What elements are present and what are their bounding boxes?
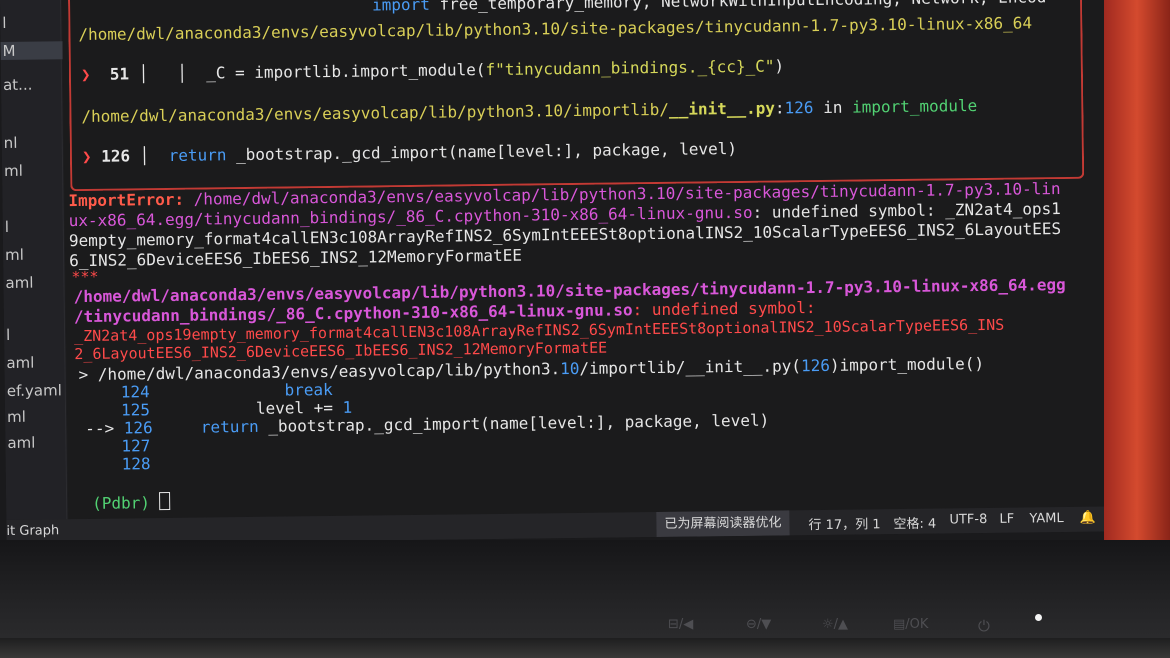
sidebar-item[interactable]: ml <box>4 162 23 180</box>
pdb-prompt-line[interactable]: (Pdbr) <box>92 491 171 514</box>
line-number: 126 <box>101 146 131 166</box>
sidebar-item[interactable]: l <box>5 218 9 236</box>
pdb-function: )import_module() <box>829 354 985 375</box>
notifications-icon[interactable]: 🔔 <box>1079 511 1095 526</box>
return-keyword: return <box>168 145 227 165</box>
power-led <box>1035 614 1042 621</box>
terminal-panel[interactable]: import free_temporary_memory, NetworkWit… <box>61 0 1119 520</box>
code-text: _C = importlib.import_module( <box>206 60 486 83</box>
git-graph-button[interactable]: it Graph <box>6 523 59 539</box>
sidebar-item[interactable]: aml <box>7 434 35 452</box>
sidebar-item[interactable]: ml <box>7 408 26 426</box>
sidebar-item[interactable]: aml <box>6 354 34 372</box>
brightness-up-button-icon: ☼/▲ <box>822 617 849 632</box>
error-stars: *** <box>71 267 99 287</box>
module-file: __init__.py <box>668 98 776 119</box>
indent-spaces[interactable]: 空格: 4 <box>893 513 936 533</box>
sidebar-item[interactable]: ml <box>5 246 24 264</box>
language-mode[interactable]: YAML <box>1029 511 1063 526</box>
error-text: : undefined symbol: _ZN2at4_ops1 <box>752 199 1061 222</box>
input-down-button-icon: ⊖/▼ <box>746 617 772 632</box>
return-keyword: return <box>200 416 259 437</box>
monitor-screen: l M at... nl ml l ml aml l aml ef.yaml m… <box>0 0 1127 545</box>
sidebar-item[interactable]: l <box>2 14 6 32</box>
pdb-line-number: 126 <box>800 355 831 376</box>
sidebar-item[interactable]: nl <box>4 134 18 152</box>
pdb-prompt: (Pdbr) <box>92 493 151 513</box>
cursor-position[interactable]: 行 17，列 1 <box>808 513 880 533</box>
source-code: level += <box>255 397 343 418</box>
source-code: break <box>284 379 333 400</box>
code-string: f"tinycudann_bindings._{cc}_C" <box>485 56 775 80</box>
line-number: 51 <box>109 64 130 84</box>
pdb-path: /importlib/__init__.py( <box>579 356 802 378</box>
code-text: ) <box>774 56 785 76</box>
source-number: 1 <box>342 397 353 417</box>
in-keyword: in <box>813 97 853 118</box>
power-icon: ⏻ <box>978 617 990 635</box>
line-number: 126 <box>784 98 814 118</box>
import-keyword: import <box>371 0 440 15</box>
error-text: : undefined symbol: <box>632 298 816 320</box>
indent-guide: │ <box>139 146 150 166</box>
source-line-number: 128 <box>121 454 151 474</box>
line-marker: ❯ <box>81 146 92 167</box>
encoding[interactable]: UTF-8 <box>949 512 987 527</box>
file-explorer-sidebar: l M at... nl ml l ml aml l aml ef.yaml m… <box>0 0 68 520</box>
error-line: 6_INS2_6DeviceEES6_IbEES6_INS2_12MemoryF… <box>69 245 523 271</box>
sidebar-item-selected[interactable]: M <box>0 41 63 60</box>
separator: : <box>774 98 785 118</box>
pdb-path-number: 10 <box>560 358 580 379</box>
sidebar-item[interactable]: aml <box>5 274 33 292</box>
source-line-number: 125 <box>120 400 151 420</box>
desk-surface <box>0 638 1170 658</box>
sidebar-item[interactable]: at... <box>3 76 33 94</box>
current-line-arrow: --> <box>85 418 115 438</box>
error-label: ImportError: <box>68 189 185 211</box>
menu-left-button-icon: ⊟/◀ <box>668 617 694 632</box>
ok-button-icon: ▤/OK <box>893 617 929 632</box>
line-marker: ❯ <box>80 64 91 85</box>
line-ending[interactable]: LF <box>999 512 1014 527</box>
indent-guides: │ │ <box>138 63 188 84</box>
background-red-object <box>1104 0 1170 540</box>
text-cursor <box>159 491 171 511</box>
screen-reader-badge[interactable]: 已为屏幕阅读器优化 <box>656 510 790 538</box>
source-line-number: 124 <box>120 382 150 402</box>
function-name: import_module <box>851 96 978 117</box>
source-line-number: 126 <box>123 418 153 438</box>
sidebar-item[interactable]: l <box>6 326 10 344</box>
sidebar-item[interactable]: ef.yaml <box>7 381 62 400</box>
